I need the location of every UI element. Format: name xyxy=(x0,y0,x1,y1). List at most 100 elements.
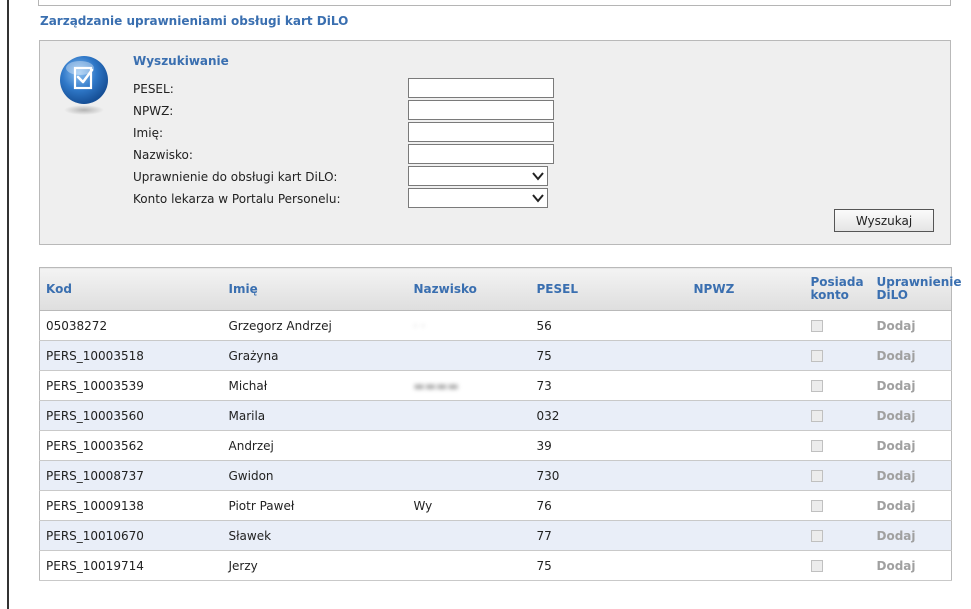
chevron-down-icon xyxy=(532,169,544,186)
cell-action: Dodaj xyxy=(870,340,952,371)
cell-nazwisko: Wy xyxy=(407,490,531,521)
posiada-konto-checkbox[interactable] xyxy=(810,410,823,422)
dodaj-link[interactable]: Dodaj xyxy=(877,439,916,453)
nazwisko-label: Nazwisko: xyxy=(133,148,193,162)
cell-nazwisko: ▬▬▬▬ xyxy=(407,370,531,401)
dodaj-link[interactable]: Dodaj xyxy=(877,469,916,483)
cell-nazwisko xyxy=(407,550,531,581)
cell-pesel: 77 xyxy=(530,520,688,551)
cell-imie: Piotr Paweł xyxy=(222,490,408,521)
col-header-npwz[interactable]: NPWZ xyxy=(687,267,805,311)
cell-kod: PERS_10003562 xyxy=(39,430,223,461)
cell-pesel: 76 xyxy=(530,490,688,521)
dodaj-link[interactable]: Dodaj xyxy=(877,319,916,333)
search-heading: Wyszukiwanie xyxy=(133,54,229,68)
cell-imie: Grzegorz Andrzej xyxy=(222,310,408,341)
cell-nazwisko xyxy=(407,430,531,461)
cell-action: Dodaj xyxy=(870,460,952,491)
cell-nazwisko xyxy=(407,400,531,431)
search-panel: Wyszukiwanie PESEL: NPWZ: Imię: Nazwisko… xyxy=(39,40,951,245)
cell-posiada-konto xyxy=(804,400,871,431)
cell-imie: Marila xyxy=(222,400,408,431)
posiada-konto-checkbox[interactable] xyxy=(810,350,823,362)
redacted-value: · · xyxy=(413,318,425,333)
cell-kod: PERS_10008737 xyxy=(39,460,223,491)
table-row: PERS_10008737 Gwidon 730 Dodaj xyxy=(39,460,952,491)
cell-action: Dodaj xyxy=(870,370,952,401)
cell-kod: 05038272 xyxy=(39,310,223,341)
posiada-konto-checkbox[interactable] xyxy=(810,440,823,452)
cell-kod: PERS_10003560 xyxy=(39,400,223,431)
cell-kod: PERS_10009138 xyxy=(39,490,223,521)
cell-action: Dodaj xyxy=(870,310,952,341)
col-header-kod[interactable]: Kod xyxy=(39,267,223,311)
dodaj-link[interactable]: Dodaj xyxy=(877,409,916,423)
cell-posiada-konto xyxy=(804,490,871,521)
table-row: PERS_10019714 Jerzy 75 Dodaj xyxy=(39,550,952,581)
cell-action: Dodaj xyxy=(870,490,952,521)
cell-nazwisko xyxy=(407,520,531,551)
imie-input[interactable] xyxy=(408,122,554,142)
redacted-value: ▬▬▬▬ xyxy=(413,378,459,393)
col-header-posiada-line2: konto xyxy=(810,288,849,302)
cell-kod: PERS_10019714 xyxy=(39,550,223,581)
cell-npwz xyxy=(687,340,805,371)
cell-nazwisko: · · xyxy=(407,310,531,341)
cell-pesel: 39 xyxy=(530,430,688,461)
cell-action: Dodaj xyxy=(870,400,952,431)
dodaj-link[interactable]: Dodaj xyxy=(877,379,916,393)
cell-imie: Gwidon xyxy=(222,460,408,491)
col-header-imie[interactable]: Imię xyxy=(222,267,408,311)
cell-npwz xyxy=(687,460,805,491)
posiada-konto-checkbox[interactable] xyxy=(810,320,823,332)
nazwisko-input[interactable] xyxy=(408,144,554,164)
konto-label: Konto lekarza w Portalu Personelu: xyxy=(133,192,341,206)
dodaj-link[interactable]: Dodaj xyxy=(877,349,916,363)
table-row: PERS_10003562 Andrzej 39 Dodaj xyxy=(39,430,952,461)
npwz-input[interactable] xyxy=(408,100,554,120)
cell-pesel: 75 xyxy=(530,340,688,371)
cell-npwz xyxy=(687,430,805,461)
page-title: Zarządzanie uprawnieniami obsługi kart D… xyxy=(40,14,349,28)
search-button[interactable]: Wyszukaj xyxy=(834,209,934,232)
cell-npwz xyxy=(687,550,805,581)
dodaj-link[interactable]: Dodaj xyxy=(877,559,916,573)
cell-kod: PERS_10003518 xyxy=(39,340,223,371)
table-row: PERS_10003539 Michał ▬▬▬▬ 73 Dodaj xyxy=(39,370,952,401)
cell-npwz xyxy=(687,370,805,401)
cell-nazwisko xyxy=(407,460,531,491)
cell-imie: Sławek xyxy=(222,520,408,551)
cell-posiada-konto xyxy=(804,550,871,581)
cell-imie: Andrzej xyxy=(222,430,408,461)
chevron-down-icon xyxy=(532,191,544,208)
dodaj-link[interactable]: Dodaj xyxy=(877,499,916,513)
konto-select[interactable] xyxy=(408,188,548,208)
posiada-konto-checkbox[interactable] xyxy=(810,530,823,542)
col-header-nazwisko[interactable]: Nazwisko xyxy=(407,267,531,311)
pesel-input[interactable] xyxy=(408,78,554,98)
col-header-pesel[interactable]: PESEL xyxy=(530,267,688,311)
dodaj-link[interactable]: Dodaj xyxy=(877,529,916,543)
col-header-posiada-line1: Posiada xyxy=(810,275,864,289)
col-header-uprawnienie: Uprawnienie DiLO xyxy=(870,267,962,311)
cell-npwz xyxy=(687,520,805,551)
cell-nazwisko xyxy=(407,340,531,371)
table-row: PERS_10009138 Piotr Paweł Wy 76 Dodaj xyxy=(39,490,952,521)
cell-npwz xyxy=(687,490,805,521)
pesel-label: PESEL: xyxy=(133,82,174,96)
cell-npwz xyxy=(687,310,805,341)
imie-label: Imię: xyxy=(133,126,163,140)
checklist-globe-icon xyxy=(58,55,110,117)
table-header-row: Kod Imię Nazwisko PESEL NPWZ Posiada kon… xyxy=(39,267,962,311)
posiada-konto-checkbox[interactable] xyxy=(810,500,823,512)
cell-pesel: 75 xyxy=(530,550,688,581)
cell-pesel: 56 xyxy=(530,310,688,341)
top-panel-edge xyxy=(38,0,951,6)
uprawnienie-select[interactable] xyxy=(408,166,548,186)
cell-posiada-konto xyxy=(804,460,871,491)
posiada-konto-checkbox[interactable] xyxy=(810,380,823,392)
posiada-konto-checkbox[interactable] xyxy=(810,560,823,572)
npwz-label: NPWZ: xyxy=(133,104,174,118)
posiada-konto-checkbox[interactable] xyxy=(810,470,823,482)
left-border xyxy=(0,0,9,609)
